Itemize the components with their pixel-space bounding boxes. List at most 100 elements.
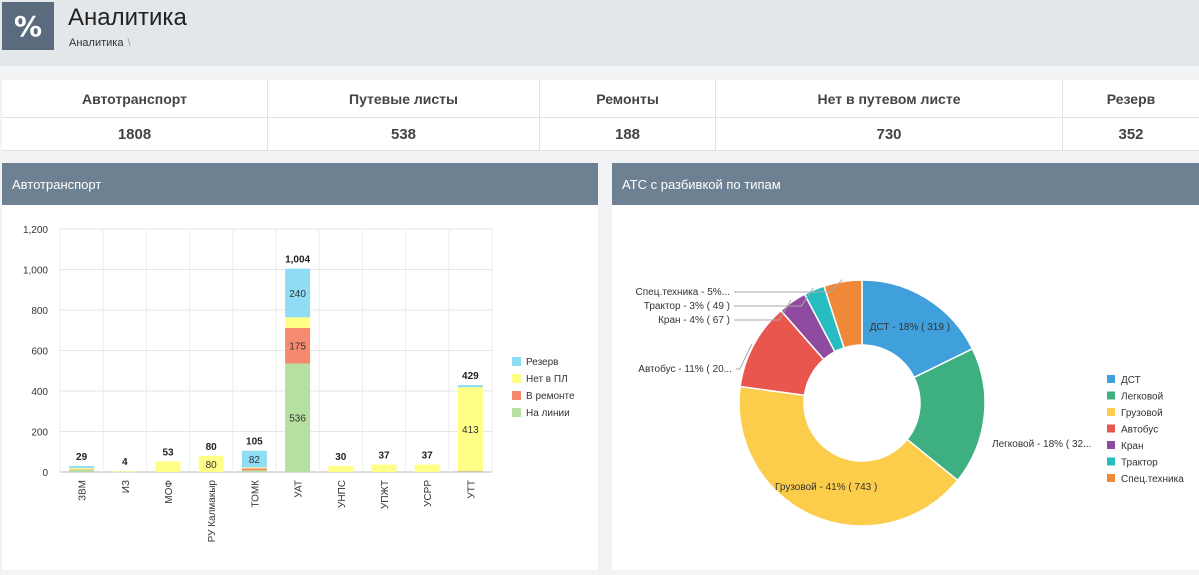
legend-swatch-кран bbox=[1107, 441, 1115, 449]
legend-label: На линии bbox=[526, 408, 570, 419]
stat-value: 730 bbox=[876, 125, 902, 143]
bar-segment-нет-в-пл bbox=[371, 464, 397, 472]
panel-title: АТС с разбивкой по типам bbox=[612, 163, 1199, 205]
total-label: 105 bbox=[246, 437, 263, 448]
stat-label: Путевые листы bbox=[268, 80, 539, 118]
total-label: 37 bbox=[378, 451, 390, 462]
y-tick-label: 1,000 bbox=[23, 266, 48, 277]
bar-segment-нет-в-пл bbox=[414, 464, 440, 472]
analytics-logo-icon: % bbox=[2, 2, 54, 50]
stat-label: Нет в путевом листе bbox=[716, 80, 1062, 118]
stat-waybills: Путевые листы 538 bbox=[268, 80, 540, 150]
slice-label: Кран - 4% ( 67 ) bbox=[658, 315, 730, 326]
legend-label: Кран bbox=[1121, 441, 1143, 452]
stat-value: 352 bbox=[1118, 125, 1144, 143]
legend-swatch-трактор bbox=[1107, 457, 1115, 466]
stat-label: Автотранспорт bbox=[2, 80, 267, 118]
legend-label: Нет в ПЛ bbox=[526, 374, 568, 385]
slice-label: Автобус - 11% ( 20... bbox=[638, 363, 732, 375]
x-category-label: УАТ bbox=[294, 480, 305, 498]
legend-label: В ремонте bbox=[526, 391, 575, 402]
bar-segment-в-ремонте bbox=[69, 469, 95, 471]
bar-segment-нет-в-пл bbox=[328, 465, 354, 472]
legend-label: Трактор bbox=[1121, 458, 1158, 469]
x-category-label: УСРР bbox=[423, 480, 434, 507]
x-category-label: ИЗ bbox=[121, 480, 132, 493]
x-category-label: УПЖТ bbox=[380, 480, 391, 509]
bar-segment-нет-в-пл bbox=[112, 471, 138, 472]
bar-segment-резерв bbox=[69, 466, 95, 469]
bar-segment-нет-в-пл bbox=[241, 467, 267, 469]
bar-segment-в-ремонте bbox=[241, 468, 267, 471]
slice-label: Трактор - 3% ( 49 ) bbox=[644, 301, 730, 312]
x-category-label: МОФ bbox=[164, 480, 175, 504]
total-label: 30 bbox=[335, 452, 347, 463]
x-category-label: ЗВМ bbox=[78, 480, 89, 501]
breadcrumb: Аналитика \ bbox=[69, 37, 131, 49]
stat-not-in-waybill: Нет в путевом листе 730 bbox=[716, 80, 1063, 150]
legend-label: Спец.техника bbox=[1121, 474, 1184, 485]
y-tick-label: 0 bbox=[42, 468, 48, 479]
segment-label: 240 bbox=[289, 289, 306, 300]
bar-segment-нет-в-пл bbox=[69, 468, 95, 470]
y-tick-label: 200 bbox=[31, 428, 48, 439]
total-label: 29 bbox=[76, 452, 88, 463]
legend-swatch-легковой bbox=[1107, 391, 1115, 400]
stat-reserve: Резерв 352 bbox=[1063, 80, 1199, 150]
y-tick-label: 600 bbox=[31, 347, 48, 358]
bar-segment-на-линии bbox=[69, 469, 95, 472]
legend-swatch-спец-техника bbox=[1107, 474, 1115, 482]
legend-swatch-грузовой bbox=[1107, 408, 1115, 416]
breadcrumb-item-analytics[interactable]: Аналитика bbox=[69, 37, 123, 49]
slice-label: Спец.техника - 5%... bbox=[636, 287, 730, 298]
stat-repairs: Ремонты 188 bbox=[540, 80, 716, 150]
vehicle-types-panel: АТС с разбивкой по типам ДСТ - 18% ( 319… bbox=[612, 163, 1199, 570]
y-tick-label: 800 bbox=[31, 306, 48, 317]
legend-swatch-резерв bbox=[512, 357, 521, 366]
slice-label: Грузовой - 41% ( 743 ) bbox=[775, 482, 877, 493]
total-label: 1,004 bbox=[285, 255, 310, 266]
legend-swatch-дст bbox=[1107, 375, 1115, 383]
total-label: 80 bbox=[206, 442, 218, 453]
segment-label: 413 bbox=[462, 425, 479, 436]
bar-segment-нет-в-пл bbox=[155, 461, 181, 472]
vehicles-bar-chart: 0 200 400 600 800 1,000 1,200 29 ЗВМ 4 ИЗ 53 МОФ 80 80… bbox=[23, 225, 575, 542]
y-tick-label: 400 bbox=[31, 387, 48, 398]
summary-stats: Автотранспорт 1808 Путевые листы 538 Рем… bbox=[2, 80, 1199, 151]
total-label: 429 bbox=[462, 371, 479, 382]
bar-segment-на-линии bbox=[457, 471, 483, 472]
x-category-label: УТТ bbox=[466, 480, 477, 499]
vehicles-panel: Автотранспорт 0 200 400 600 800 1,000 1,200 29 З… bbox=[2, 163, 598, 570]
legend-swatch-нет-в-пл bbox=[512, 374, 521, 383]
x-category-label: ТОМК bbox=[250, 480, 261, 508]
slice-label: ДСТ - 18% ( 319 ) bbox=[870, 322, 950, 333]
stat-value: 1808 bbox=[117, 125, 152, 143]
y-tick-label: 1,200 bbox=[23, 225, 48, 236]
total-label: 4 bbox=[122, 457, 128, 468]
page-title: Аналитика bbox=[68, 4, 187, 31]
x-category-label: УНПС bbox=[337, 480, 348, 508]
legend-swatch-в-ремонте bbox=[512, 391, 521, 400]
stat-label: Ремонты bbox=[540, 80, 715, 118]
bar-segment-нет-в-пл bbox=[285, 317, 311, 329]
vehicle-types-donut-chart: ДСТ - 18% ( 319 ) Грузовой - 41% ( 743 ) Л… bbox=[636, 279, 1184, 527]
segment-label: 536 bbox=[289, 414, 306, 425]
page-header: % Аналитика Аналитика \ bbox=[0, 0, 1199, 66]
stat-value: 538 bbox=[390, 125, 417, 143]
total-label: 53 bbox=[162, 447, 174, 458]
segment-label: 175 bbox=[289, 342, 306, 353]
legend-swatch-на-линии bbox=[512, 408, 521, 417]
breadcrumb-separator: \ bbox=[127, 37, 131, 49]
legend-label: Автобус bbox=[1121, 424, 1158, 436]
segment-label: 82 bbox=[249, 455, 261, 466]
legend-label: ДСТ bbox=[1121, 375, 1141, 386]
bar-segment-в-ремонте bbox=[457, 470, 483, 472]
segment-label: 80 bbox=[206, 460, 218, 471]
slice-label: Легковой - 18% ( 32... bbox=[992, 439, 1091, 450]
bar-segment-на-линии bbox=[112, 471, 138, 473]
stat-vehicles: Автотранспорт 1808 bbox=[2, 80, 268, 150]
bar-segment-резерв bbox=[457, 385, 483, 388]
stat-label: Резерв bbox=[1063, 80, 1199, 118]
legend-label: Легковой bbox=[1121, 392, 1163, 403]
stat-value: 188 bbox=[614, 125, 641, 143]
